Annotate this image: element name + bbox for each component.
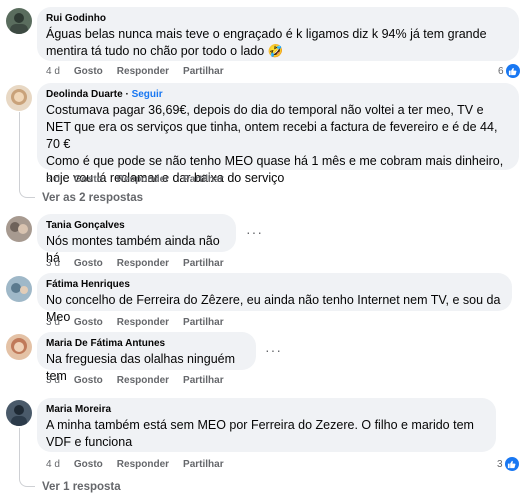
comment-author[interactable]: Maria Moreira (46, 403, 487, 417)
author-name[interactable]: Deolinda Duarte (46, 89, 123, 100)
reaction-number: 3 (497, 458, 503, 470)
reply-button[interactable]: Responder (117, 375, 169, 386)
share-button[interactable]: Partilhar (183, 258, 224, 269)
share-button[interactable]: Partilhar (183, 375, 224, 386)
comment-author: Deolinda Duarte · Seguir (46, 89, 163, 100)
more-options-icon[interactable]: ··· (265, 342, 282, 358)
comment-actions: 3 d Gosto Responder Partilhar (46, 174, 238, 185)
view-replies-link[interactable]: Ver as 2 respostas (42, 192, 143, 204)
share-button[interactable]: Partilhar (183, 459, 224, 470)
comment-time[interactable]: 4 d (46, 459, 60, 470)
comment-actions: 4 d Gosto Responder Partilhar (46, 459, 238, 470)
more-options-icon[interactable]: ··· (246, 224, 263, 240)
comment-time[interactable]: 3 d (46, 317, 60, 328)
comment-author[interactable]: Rui Godinho (46, 12, 510, 26)
reply-button[interactable]: Responder (117, 459, 169, 470)
reply-button[interactable]: Responder (117, 174, 169, 185)
avatar[interactable] (6, 85, 32, 111)
like-button[interactable]: Gosto (74, 375, 103, 386)
thread-connector (19, 428, 35, 487)
share-button[interactable]: Partilhar (183, 174, 224, 185)
view-replies-link[interactable]: Ver 1 resposta (42, 481, 121, 493)
like-button[interactable]: Gosto (74, 459, 103, 470)
comment-text: A minha também está sem MEO por Ferreira… (46, 418, 474, 449)
comment-author[interactable]: Maria De Fátima Antunes (46, 337, 247, 351)
comment-time[interactable]: 4 d (46, 66, 60, 77)
comment-time[interactable]: 3 d (46, 258, 60, 269)
avatar[interactable] (6, 334, 32, 360)
avatar[interactable] (6, 400, 32, 426)
thumbs-up-icon (504, 457, 519, 471)
avatar[interactable] (6, 216, 32, 242)
avatar[interactable] (6, 276, 32, 302)
comment-time[interactable]: 3 d (46, 375, 60, 386)
comment-actions: 3 d Gosto Responder Partilhar (46, 375, 238, 386)
comment-time[interactable]: 3 d (46, 174, 60, 185)
reply-button[interactable]: Responder (117, 258, 169, 269)
thread-connector (19, 112, 35, 198)
like-button[interactable]: Gosto (74, 174, 103, 185)
reaction-number: 6 (498, 65, 504, 77)
like-button[interactable]: Gosto (74, 317, 103, 328)
comment-author[interactable]: Tania Gonçalves (46, 219, 227, 233)
comment-actions: 3 d Gosto Responder Partilhar (46, 317, 238, 328)
comment-bubble: Deolinda Duarte · Seguir Costumava pagar… (37, 83, 519, 185)
reply-button[interactable]: Responder (117, 317, 169, 328)
reaction-count[interactable]: 3 (497, 457, 519, 471)
reaction-count[interactable]: 6 (498, 64, 520, 78)
share-button[interactable]: Partilhar (183, 66, 224, 77)
share-button[interactable]: Partilhar (183, 317, 224, 328)
comment-bubble: Maria Moreira A minha também está sem ME… (37, 398, 496, 452)
follow-button[interactable]: Seguir (132, 89, 163, 100)
like-button[interactable]: Gosto (74, 66, 103, 77)
comment-bubble: Tania Gonçalves Nós montes também ainda … (37, 214, 236, 265)
comment-bubble: Maria De Fátima Antunes Na freguesia das… (37, 332, 256, 383)
comment-actions: 4 d Gosto Responder Partilhar (46, 66, 238, 77)
comment-author[interactable]: Fátima Henriques (46, 278, 503, 292)
thumbs-up-icon (505, 64, 520, 78)
avatar[interactable] (6, 8, 32, 34)
like-button[interactable]: Gosto (74, 258, 103, 269)
reply-button[interactable]: Responder (117, 66, 169, 77)
comment-actions: 3 d Gosto Responder Partilhar (46, 258, 238, 269)
comment-bubble: Fátima Henriques No concelho de Ferreira… (37, 273, 512, 324)
comment-bubble: Rui Godinho Águas belas nunca mais teve … (37, 7, 519, 61)
comment-text: Águas belas nunca mais teve o engraçado … (46, 27, 487, 58)
